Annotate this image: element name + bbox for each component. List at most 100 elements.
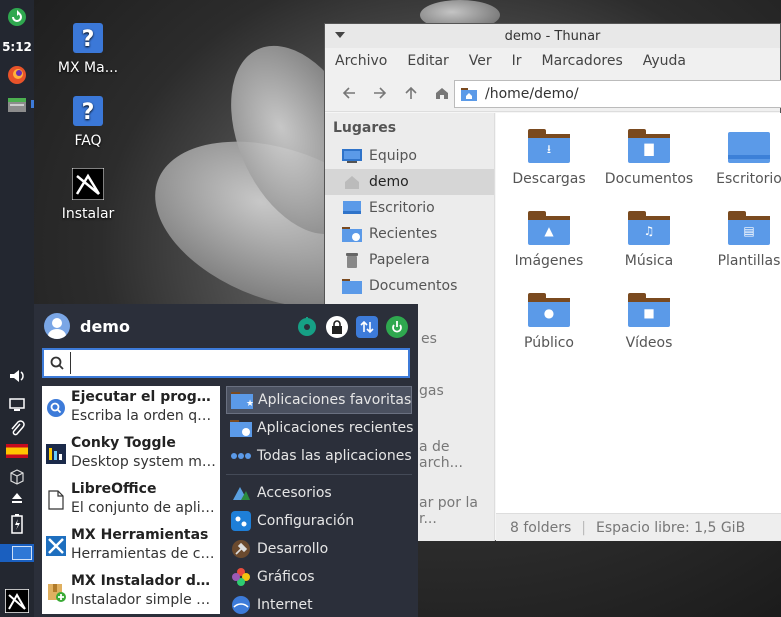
desktop-icon-label: FAQ bbox=[74, 133, 102, 149]
folder-publico[interactable]: ● Público bbox=[504, 293, 594, 351]
menu-marcadores[interactable]: Marcadores bbox=[542, 53, 623, 69]
battery-icon[interactable] bbox=[6, 513, 28, 535]
avatar[interactable] bbox=[44, 313, 70, 339]
item-desc: El conjunto de aplic... bbox=[71, 500, 217, 516]
menu-username: demo bbox=[80, 316, 130, 336]
folder-label: Descargas bbox=[512, 171, 586, 187]
list-item[interactable]: MX Instalador de P... Instalador simple d… bbox=[42, 570, 220, 614]
logout-button[interactable] bbox=[386, 316, 408, 338]
item-desc: Herramientas de co... bbox=[71, 546, 217, 562]
search-input[interactable] bbox=[70, 352, 400, 374]
sidebar-item-label: Papelera bbox=[369, 252, 430, 268]
status-count: 8 folders bbox=[510, 519, 572, 536]
sidebar-item-escritorio[interactable]: Escritorio bbox=[325, 195, 494, 221]
category-label: Aplicaciones recientes bbox=[257, 420, 414, 436]
lock-icon bbox=[332, 320, 342, 334]
svg-text:?: ? bbox=[82, 100, 95, 125]
computer-icon bbox=[342, 148, 362, 164]
left-panel: 5:12 bbox=[0, 0, 34, 617]
list-item[interactable]: Ejecutar el progra... Escriba la orden qu… bbox=[42, 386, 220, 432]
forward-button[interactable] bbox=[366, 79, 394, 107]
category-label: Configuración bbox=[257, 513, 355, 529]
desktop-icon-mx-manual[interactable]: ? MX Ma... bbox=[48, 22, 128, 76]
menu-ver[interactable]: Ver bbox=[469, 53, 492, 69]
category-label: Aplicaciones favoritas bbox=[258, 392, 412, 408]
eject-icon[interactable] bbox=[6, 487, 28, 509]
folder-documentos[interactable]: ▇ Documentos bbox=[604, 129, 694, 187]
menu-ir[interactable]: Ir bbox=[512, 53, 522, 69]
arrow-left-icon bbox=[342, 86, 355, 99]
folder-view[interactable]: ⭳ Descargas ▇ Documentos Escritorio ▲ Im… bbox=[496, 113, 781, 513]
category-graficos[interactable]: Gráficos bbox=[226, 563, 412, 591]
home-button[interactable] bbox=[428, 79, 456, 107]
trash-icon bbox=[342, 252, 362, 268]
home-icon bbox=[342, 174, 362, 190]
lock-screen-button[interactable] bbox=[326, 316, 348, 338]
sidebar-item-papelera[interactable]: Papelera bbox=[325, 247, 494, 273]
list-item[interactable]: MX Herramientas Herramientas de co... bbox=[42, 524, 220, 570]
sidebar-item-equipo[interactable]: Equipo bbox=[325, 143, 494, 169]
volume-icon[interactable] bbox=[6, 365, 28, 387]
folder-descargas[interactable]: ⭳ Descargas bbox=[504, 129, 594, 187]
folder-plantillas[interactable]: ▤ Plantillas bbox=[704, 211, 781, 269]
whisker-menu: demo Ejecutar el progra... Escriba la ord… bbox=[34, 304, 418, 617]
sidebar-item-demo[interactable]: demo bbox=[325, 169, 494, 195]
desktop-icon-faq[interactable]: ? FAQ bbox=[48, 95, 128, 149]
category-recent[interactable]: Aplicaciones recientes bbox=[226, 414, 414, 442]
list-item[interactable]: Conky Toggle Desktop system mo... bbox=[42, 432, 220, 478]
mx-menu-icon[interactable] bbox=[4, 588, 30, 614]
package-icon[interactable] bbox=[6, 466, 28, 488]
recent-folder-icon bbox=[342, 226, 362, 242]
firefox-icon[interactable] bbox=[6, 64, 28, 86]
sidebar-item-label: Escritorio bbox=[369, 200, 435, 216]
folder-musica[interactable]: ♫ Música bbox=[604, 211, 694, 269]
sidebar-item-label: Equipo bbox=[369, 148, 417, 164]
switch-user-button[interactable] bbox=[356, 316, 378, 338]
display-icon[interactable] bbox=[6, 394, 28, 416]
folder-label: Público bbox=[524, 335, 574, 351]
menu-editar[interactable]: Editar bbox=[407, 53, 448, 69]
sidebar-hidden-fragment: gas bbox=[419, 383, 444, 399]
svg-text:★: ★ bbox=[246, 399, 253, 409]
category-internet[interactable]: Internet bbox=[226, 591, 412, 617]
keyboard-layout-flag-icon[interactable] bbox=[6, 440, 28, 462]
desktop-icon-install[interactable]: Instalar bbox=[48, 168, 128, 222]
sidebar-item-recientes[interactable]: Recientes bbox=[325, 221, 494, 247]
sidebar-hidden-fragment: es bbox=[421, 331, 437, 347]
category-all[interactable]: Todas las aplicaciones bbox=[226, 442, 412, 470]
list-item[interactable]: LibreOffice El conjunto de aplic... bbox=[42, 478, 220, 524]
window-title: demo - Thunar bbox=[504, 28, 601, 44]
settings-icon bbox=[298, 317, 316, 336]
file-manager-icon[interactable] bbox=[6, 94, 28, 116]
sidebar-item-label: demo bbox=[369, 174, 409, 190]
menu-user: demo bbox=[44, 313, 130, 339]
statusbar: 8 folders | Espacio libre: 1,5 GiB bbox=[496, 513, 781, 541]
clock[interactable]: 5:12 bbox=[0, 40, 34, 54]
menu-ayuda[interactable]: Ayuda bbox=[643, 53, 686, 69]
desktop-icon-label: Instalar bbox=[61, 206, 115, 222]
menu-archivo[interactable]: Archivo bbox=[335, 53, 387, 69]
category-favorites[interactable]: ★ Aplicaciones favoritas bbox=[226, 386, 412, 414]
item-name: LibreOffice bbox=[71, 481, 157, 497]
paperclip-icon[interactable] bbox=[6, 418, 28, 440]
up-button[interactable] bbox=[397, 79, 425, 107]
person-icon: ● bbox=[528, 293, 570, 327]
workspace-preview bbox=[12, 546, 32, 560]
recent-folder-icon bbox=[230, 418, 252, 438]
folder-videos[interactable]: ■ Vídeos bbox=[604, 293, 694, 351]
category-desarrollo[interactable]: Desarrollo bbox=[226, 535, 412, 563]
back-button[interactable] bbox=[335, 79, 363, 107]
item-name: Ejecutar el progra... bbox=[71, 389, 217, 405]
category-separator bbox=[226, 474, 412, 475]
location-bar[interactable]: /home/demo/ bbox=[454, 80, 781, 108]
folder-escritorio[interactable]: Escritorio bbox=[704, 129, 781, 187]
window-menu-icon[interactable] bbox=[335, 32, 345, 38]
workspace-switcher[interactable] bbox=[0, 544, 34, 562]
category-accesorios[interactable]: Accesorios bbox=[226, 479, 412, 507]
sidebar-item-documentos[interactable]: Documentos bbox=[325, 273, 494, 299]
settings-button[interactable] bbox=[296, 316, 318, 338]
folder-imagenes[interactable]: ▲ Imágenes bbox=[504, 211, 594, 269]
update-icon[interactable] bbox=[6, 6, 28, 28]
window-titlebar[interactable]: demo - Thunar bbox=[325, 24, 780, 48]
category-configuracion[interactable]: Configuración bbox=[226, 507, 412, 535]
